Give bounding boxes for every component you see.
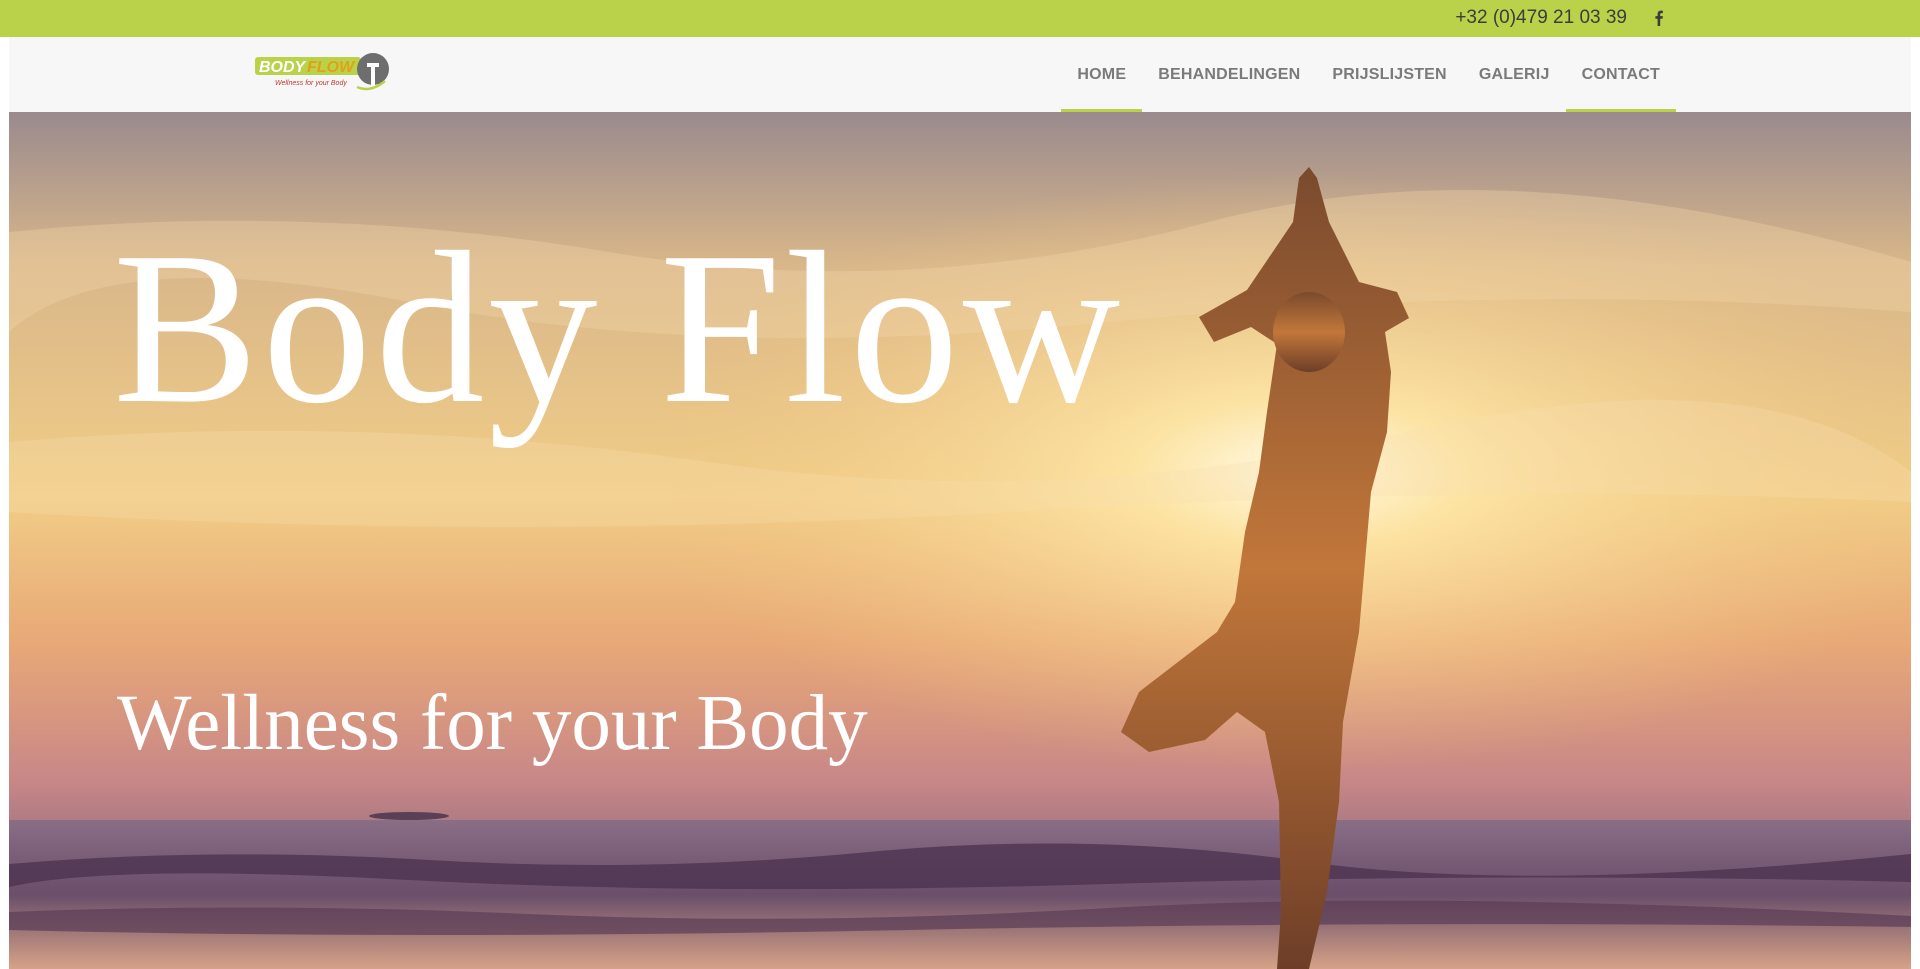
site-logo[interactable]: BODY FLOW Wellness for your Body [245,49,395,97]
svg-text:FLOW: FLOW [307,59,356,76]
nav-item-behandelingen[interactable]: BEHANDELINGEN [1142,37,1316,112]
svg-text:Wellness for your Body: Wellness for your Body [275,80,347,87]
site-header: BODY FLOW Wellness for your Body HOME BE… [9,37,1911,112]
hero-subtitle: Wellness for your Body [117,680,868,767]
facebook-icon[interactable] [1651,9,1667,27]
main-navigation: HOME BEHANDELINGEN PRIJSLIJSTEN GALERIJ … [1061,37,1677,112]
top-bar: +32 (0)479 21 03 39 [0,0,1920,37]
nav-item-prijslijsten[interactable]: PRIJSLIJSTEN [1316,37,1462,112]
nav-item-home[interactable]: HOME [1061,37,1143,112]
nav-item-galerij[interactable]: GALERIJ [1463,37,1566,112]
hero-title: Body Flow [113,208,1125,449]
phone-number[interactable]: +32 (0)479 21 03 39 [1455,7,1627,29]
svg-text:BODY: BODY [259,59,307,76]
hero-banner: Body Flow Wellness for your Body [9,112,1911,969]
nav-item-contact[interactable]: CONTACT [1565,37,1677,112]
